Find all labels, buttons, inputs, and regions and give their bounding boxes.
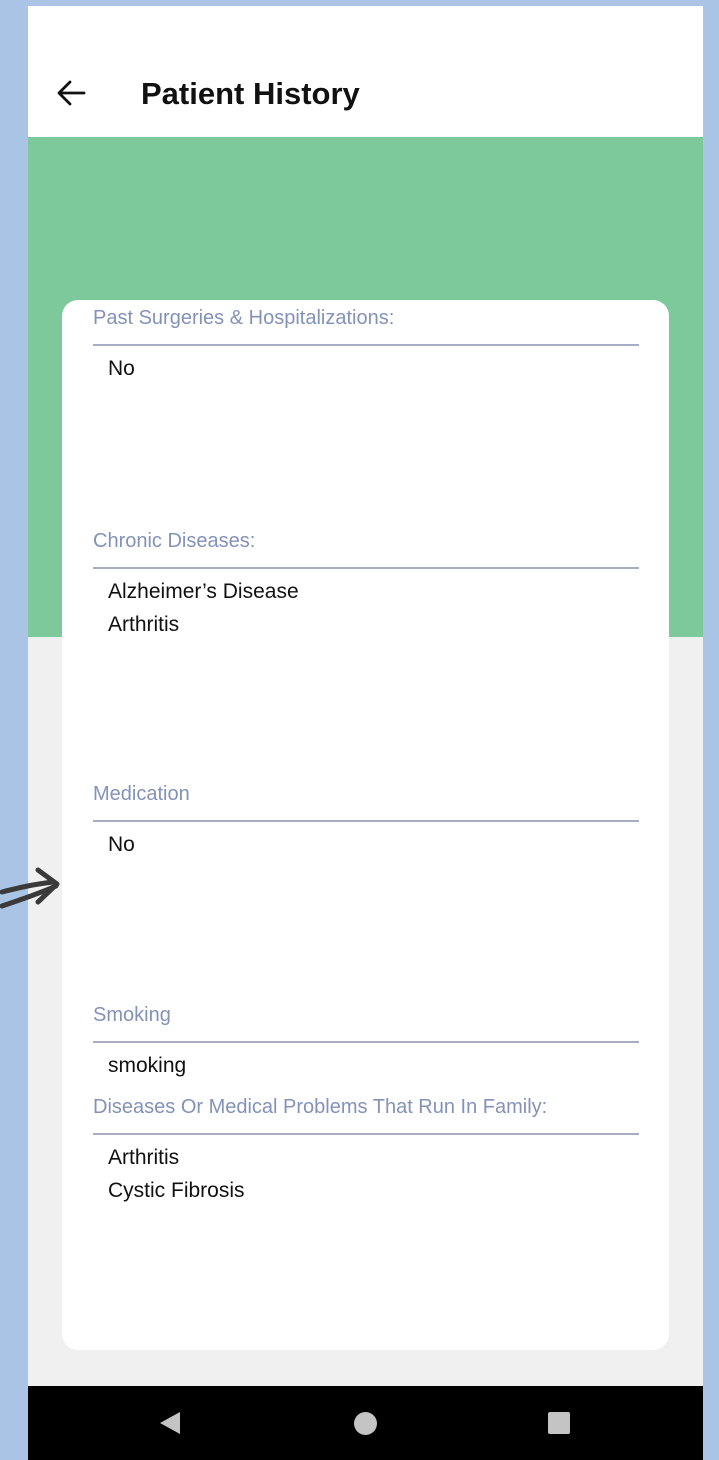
page-title: Patient History <box>141 76 360 111</box>
section-values: smoking <box>93 1049 639 1082</box>
section-value: Arthritis <box>108 613 180 636</box>
arrow-left-icon[interactable] <box>56 80 86 106</box>
section-medication: Medication No <box>93 782 639 861</box>
section-value: smoking <box>108 1054 187 1077</box>
history-card: Past Surgeries & Hospitalizations: No Ch… <box>62 300 669 1350</box>
phone-screen: Patient History Past Surgeries & Hospita… <box>28 6 703 1460</box>
system-nav-bar <box>28 1386 703 1460</box>
section-divider <box>93 820 639 822</box>
section-value: Arthritis <box>108 1146 180 1169</box>
section-label: Chronic Diseases: <box>93 530 256 552</box>
section-chronic-diseases: Chronic Diseases: Alzheimer’s Disease Ar… <box>93 529 639 641</box>
section-value: No <box>108 833 135 856</box>
section-label: Smoking <box>93 1004 171 1026</box>
section-divider <box>93 344 639 346</box>
section-divider <box>93 1041 639 1043</box>
section-divider <box>93 1133 639 1135</box>
app-bar: Patient History <box>28 6 703 137</box>
section-label: Diseases Or Medical Problems That Run In… <box>93 1096 548 1118</box>
section-value: Cystic Fibrosis <box>108 1179 245 1202</box>
section-past-surgeries: Past Surgeries & Hospitalizations: No <box>93 306 639 385</box>
section-label: Past Surgeries & Hospitalizations: <box>93 307 395 329</box>
section-smoking: Smoking smoking <box>93 1003 639 1082</box>
section-values: No <box>93 352 639 385</box>
section-label: Medication <box>93 783 190 805</box>
section-value: Alzheimer’s Disease <box>108 580 299 603</box>
section-family-history: Diseases Or Medical Problems That Run In… <box>93 1095 639 1207</box>
pointer-arrow-icon <box>0 867 60 909</box>
circle-home-icon[interactable] <box>354 1412 377 1435</box>
section-divider <box>93 567 639 569</box>
section-value: No <box>108 357 135 380</box>
triangle-back-icon[interactable] <box>160 1412 180 1434</box>
section-values: Arthritis Cystic Fibrosis <box>93 1141 639 1207</box>
square-recents-icon[interactable] <box>548 1412 570 1434</box>
section-values: No <box>93 828 639 861</box>
section-values: Alzheimer’s Disease Arthritis <box>93 575 639 641</box>
